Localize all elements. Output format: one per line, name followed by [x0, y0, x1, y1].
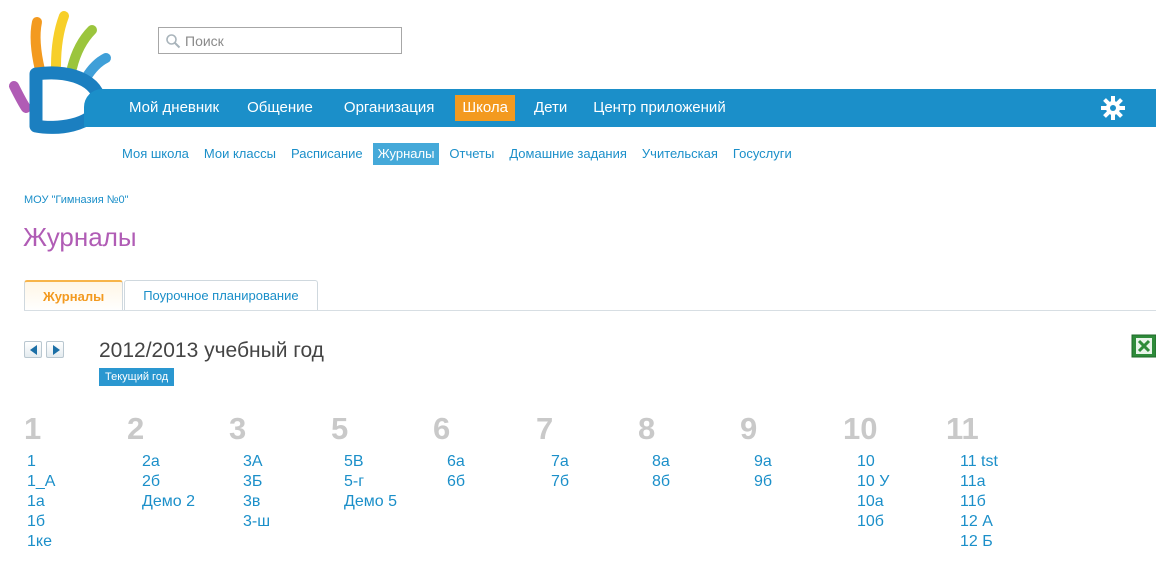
main-nav-organization[interactable]: Организация [337, 95, 441, 121]
class-link[interactable]: 1ке [24, 532, 55, 552]
class-link[interactable]: 9б [740, 472, 772, 492]
breadcrumb[interactable]: МОУ "Гимназия №0" [24, 194, 129, 206]
class-link[interactable]: Демо 2 [127, 492, 195, 512]
class-link[interactable]: 5В [331, 452, 397, 472]
main-nav-my-diary[interactable]: Мой дневник [122, 95, 226, 121]
sub-nav-gov-services[interactable]: Госуслуги [728, 143, 797, 165]
grade-column-7: 7 7а 7б [536, 410, 569, 492]
class-link[interactable]: 5-г [331, 472, 397, 492]
class-link[interactable]: 10а [843, 492, 889, 512]
class-link[interactable]: 10 У [843, 472, 889, 492]
class-link[interactable]: 1 [24, 452, 55, 472]
main-nav: Мой дневник Общение Организация Школа Де… [122, 89, 733, 127]
sub-nav: Моя школа Мои классы Расписание Журналы … [117, 143, 802, 165]
sub-nav-homework[interactable]: Домашние задания [504, 143, 632, 165]
main-nav-app-center[interactable]: Центр приложений [586, 95, 732, 121]
grade-column-9: 9 9а 9б [740, 410, 772, 492]
grade-number: 9 [740, 411, 758, 446]
class-link[interactable]: 3Б [229, 472, 270, 492]
class-link[interactable]: 3А [229, 452, 270, 472]
excel-icon[interactable] [1131, 333, 1156, 361]
class-link[interactable]: 10 [843, 452, 889, 472]
grade-column-2: 2 2а 2б Демо 2 [127, 410, 195, 512]
tab-divider [24, 310, 1156, 311]
class-link[interactable]: 9а [740, 452, 772, 472]
class-link[interactable]: 12 А [946, 512, 998, 532]
class-link[interactable]: 11б [946, 492, 998, 512]
sub-nav-journals[interactable]: Журналы [372, 143, 440, 165]
main-nav-communication[interactable]: Общение [240, 95, 320, 121]
grade-column-10: 10 10 10 У 10а 10б [843, 410, 889, 532]
class-link[interactable]: 2б [127, 472, 195, 492]
grade-column-3: 3 3А 3Б 3в 3-ш [229, 410, 270, 532]
gear-icon[interactable] [1099, 94, 1127, 122]
grade-column-5: 5 5В 5-г Демо 5 [331, 410, 397, 512]
class-link[interactable]: 7б [536, 472, 569, 492]
sub-nav-teachers-room[interactable]: Учительская [637, 143, 723, 165]
class-link[interactable]: 3в [229, 492, 270, 512]
grade-number: 1 [24, 411, 42, 446]
year-arrows [24, 341, 68, 358]
arrow-left-icon [30, 345, 37, 355]
year-title: 2012/2013 учебный год [99, 339, 324, 362]
sub-nav-schedule[interactable]: Расписание [286, 143, 368, 165]
main-nav-school[interactable]: Школа [455, 95, 515, 121]
class-link[interactable]: 3-ш [229, 512, 270, 532]
sub-nav-my-classes[interactable]: Мои классы [199, 143, 281, 165]
tab-lesson-planning[interactable]: Поурочное планирование [124, 280, 318, 311]
search-box[interactable] [158, 27, 402, 54]
main-nav-children[interactable]: Дети [527, 95, 574, 121]
grade-column-11: 11 11 tst 11а 11б 12 А 12 Б [946, 410, 998, 552]
next-year-button[interactable] [46, 341, 64, 358]
class-link[interactable]: 10б [843, 512, 889, 532]
class-link[interactable]: 12 Б [946, 532, 998, 552]
grade-column-6: 6 6а 6б [433, 410, 465, 492]
sub-nav-my-school[interactable]: Моя школа [117, 143, 194, 165]
search-icon [166, 33, 181, 48]
class-link[interactable]: 11 tst [946, 452, 998, 472]
class-link[interactable]: 7а [536, 452, 569, 472]
tabs: Журналы Поурочное планирование [24, 280, 319, 311]
class-link[interactable]: 6б [433, 472, 465, 492]
grade-number: 8 [638, 411, 656, 446]
grade-number: 11 [946, 411, 979, 446]
grade-number: 3 [229, 411, 247, 446]
tab-journals[interactable]: Журналы [24, 280, 124, 311]
grade-column-1: 1 1 1_А 1а 1б 1ке [24, 410, 55, 552]
search-input[interactable] [185, 32, 385, 49]
class-link[interactable]: 1_А [24, 472, 55, 492]
class-link[interactable]: 8б [638, 472, 670, 492]
class-link[interactable]: Демо 5 [331, 492, 397, 512]
grade-number: 7 [536, 411, 554, 446]
grade-number: 5 [331, 411, 349, 446]
sub-nav-reports[interactable]: Отчеты [444, 143, 499, 165]
class-link[interactable]: 6а [433, 452, 465, 472]
class-link[interactable]: 8а [638, 452, 670, 472]
prev-year-button[interactable] [24, 341, 42, 358]
page-title: Журналы [23, 222, 137, 252]
arrow-right-icon [53, 345, 60, 355]
grade-column-8: 8 8а 8б [638, 410, 670, 492]
grade-number: 2 [127, 411, 145, 446]
class-link[interactable]: 11а [946, 472, 998, 492]
grade-number: 10 [843, 411, 878, 446]
class-link[interactable]: 2а [127, 452, 195, 472]
class-link[interactable]: 1а [24, 492, 55, 512]
class-link[interactable]: 1б [24, 512, 55, 532]
grade-number: 6 [433, 411, 451, 446]
current-year-badge[interactable]: Текущий год [99, 368, 175, 386]
